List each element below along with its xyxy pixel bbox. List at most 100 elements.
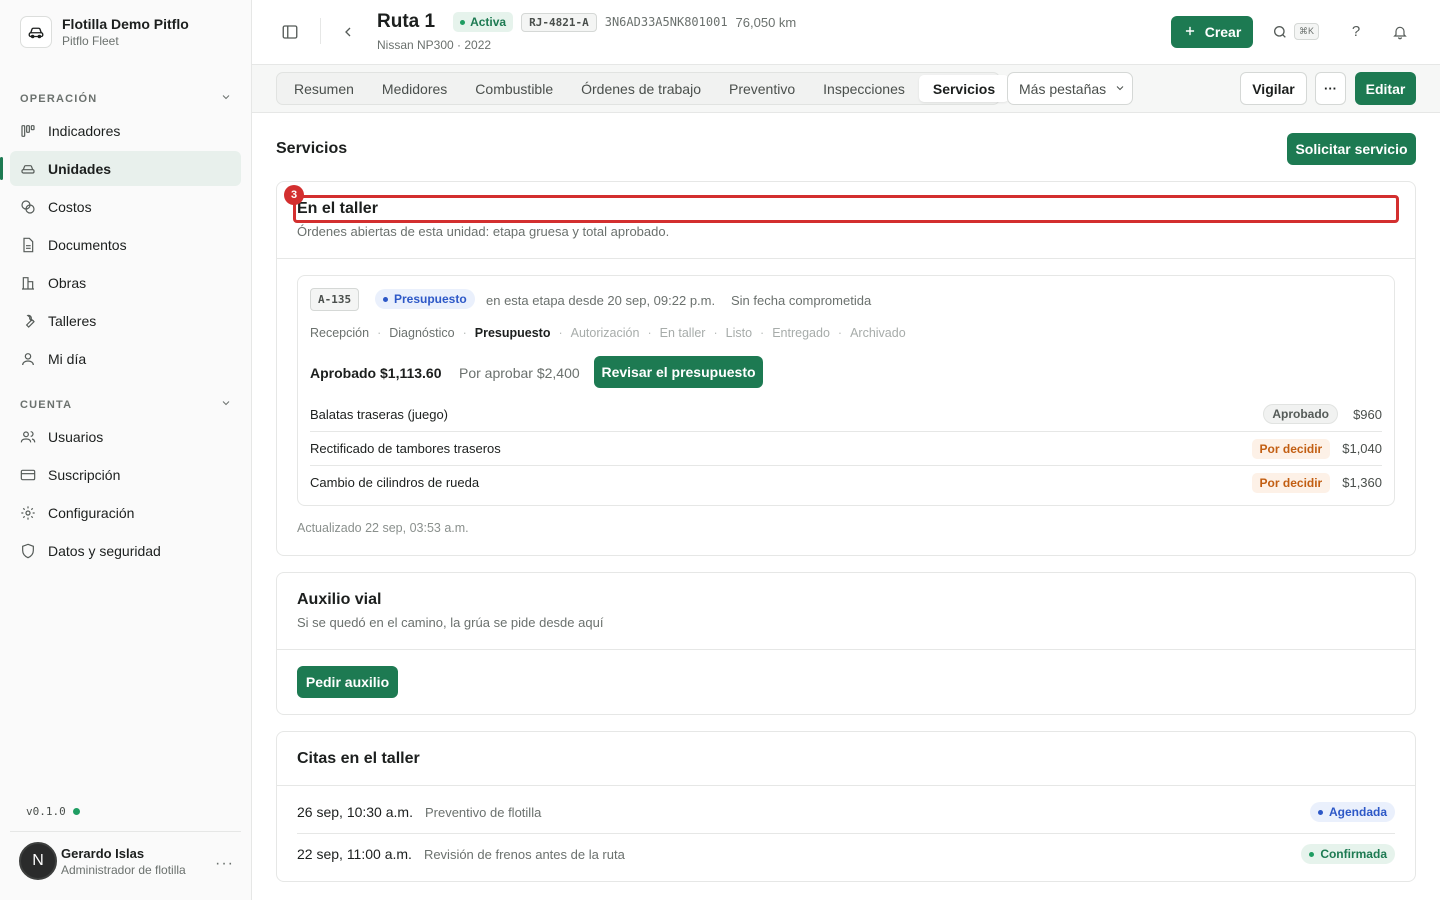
edit-button[interactable]: Editar [1355,72,1416,105]
commit-date: Sin fecha comprometida [731,293,872,308]
updated-timestamp: Actualizado 22 sep, 03:53 a.m. [297,521,469,535]
appointment-description: Revisión de frenos antes de la ruta [423,846,625,862]
appointment-date: 22 sep, 11:00 a.m. [297,846,412,862]
org-switcher[interactable]: Flotilla Demo Pitflo Pitflo Fleet [20,16,189,48]
section-operacion[interactable]: OPERACIÓN [20,91,232,106]
stage-progress: Recepción · Diagnóstico · Presupuesto · Aut… [310,326,906,340]
sidebar-item-configuracion[interactable]: Configuración [10,495,241,530]
sidebar-item-label: Indicadores [48,122,121,139]
user-menu[interactable]: N Gerardo Islas Administrador de flotill… [19,842,186,880]
help-icon[interactable]: ? [1346,21,1366,41]
stage-autorizacion: Autorización [570,326,640,340]
status-dot-icon [72,808,80,815]
appointment-status: Confirmada [1301,844,1395,864]
search-icon[interactable] [1270,22,1290,42]
approved-total: Aprobado $1,113.60 [310,365,442,381]
chevron-down-icon [220,397,232,412]
building-icon [20,275,36,291]
sidebar-item-label: Suscripción [48,466,121,483]
plus-icon [1183,24,1197,41]
tab-resumen[interactable]: Resumen [280,75,368,102]
appointment-status-label: Confirmada [1320,847,1387,861]
sidebar-item-documentos[interactable]: Documentos [10,227,241,262]
sidebar-toggle-icon[interactable] [278,20,302,44]
request-roadside-button[interactable]: Pedir auxilio [297,666,398,698]
vin: 3N6AD33A5NK801001 [604,15,728,29]
sidebar-item-obras[interactable]: Obras [10,265,241,300]
divider [277,649,1415,650]
tab-preventivo[interactable]: Preventivo [715,75,809,102]
work-order-card[interactable]: A-135 Presupuesto en esta etapa desde 20… [297,275,1395,506]
appointment-row[interactable]: 22 sep, 11:00 a.m. Revisión de frenos an… [297,833,1395,875]
appointment-row[interactable]: 26 sep, 10:30 a.m. Preventivo de flotill… [297,791,1395,833]
stage-recepcion: Recepción [310,326,370,340]
line-item-name: Balatas traseras (juego) [310,406,449,422]
sidebar-item-label: Obras [48,274,87,291]
line-item-price: $1,360 [1342,475,1382,490]
divider [320,18,321,44]
sidebar: Flotilla Demo Pitflo Pitflo Fleet OPERAC… [0,0,252,900]
vehicle-model: Nissan NP300 · 2022 [377,38,492,52]
sidebar-item-mi-dia[interactable]: Mi día [10,341,241,376]
tab-combustible[interactable]: Combustible [461,75,567,102]
odometer: 76,050 km [735,14,797,30]
roadside-title: Auxilio vial [297,591,382,608]
line-item-name: Rectificado de tambores traseros [310,441,501,456]
sidebar-item-unidades[interactable]: Unidades [0,151,241,186]
card-icon [20,467,36,483]
tab-servicios[interactable]: Servicios [918,75,1010,102]
sidebar-item-datos-seguridad[interactable]: Datos y seguridad [10,533,241,568]
app-version: v0.1.0 [26,805,80,818]
user-more-button[interactable]: ··· [215,855,234,873]
org-name: Flotilla Demo Pitflo [62,16,189,32]
divider [277,785,1415,786]
version-label: v0.1.0 [26,805,66,818]
line-item-status: Por decidir [1251,472,1331,493]
sidebar-item-indicadores[interactable]: Indicadores [10,113,241,148]
more-tabs-label: Más pestañas [1019,80,1107,97]
status-badge: Activa [453,12,514,32]
tab-list: Resumen Medidores Combustible Órdenes de… [276,72,1010,105]
roadside-description: Si se quedó en el camino, la grúa se pid… [297,615,604,630]
create-label: Crear [1204,24,1242,40]
stage-en-taller: En taller [659,326,706,340]
divider [10,831,241,832]
sidebar-item-talleres[interactable]: Talleres [10,303,241,338]
sidebar-item-label: Costos [48,198,92,215]
more-actions-button[interactable]: ··· [1315,72,1346,105]
sidebar-item-label: Documentos [48,236,127,253]
line-item-price: $1,040 [1342,441,1382,456]
back-icon[interactable] [336,20,360,44]
tab-medidores[interactable]: Medidores [368,75,461,102]
plate-badge: RJ-4821-A [521,12,597,32]
chart-icon [20,123,36,139]
coins-icon [20,199,36,215]
section-cuenta[interactable]: CUENTA [20,397,232,412]
document-icon [20,237,36,253]
bell-icon[interactable] [1390,22,1410,42]
stage-presupuesto: Presupuesto [474,326,551,340]
avatar: N [19,842,57,880]
sidebar-item-suscripcion[interactable]: Suscripción [10,457,241,492]
car-icon [20,161,36,177]
car-icon [20,16,52,48]
status-label: Activa [470,15,507,29]
sidebar-item-costos[interactable]: Costos [10,189,241,224]
stage-archivado: Archivado [850,326,906,340]
create-button[interactable]: Crear [1171,16,1253,48]
review-budget-button[interactable]: Revisar el presupuesto [594,356,763,388]
sidebar-item-usuarios[interactable]: Usuarios [10,419,241,454]
vehicle-header: Ruta 1 Activa RJ-4821-A 3N6AD33A5NK80100… [377,11,796,33]
appointment-description: Preventivo de flotilla [424,804,542,820]
appointment-date: 26 sep, 10:30 a.m. [297,804,413,820]
shield-icon [20,543,36,559]
chevron-down-icon [1114,81,1126,97]
watch-button[interactable]: Vigilar [1240,72,1307,105]
more-tabs-dropdown[interactable]: Más pestañas [1007,72,1133,105]
section-title: Servicios [276,140,348,157]
wrench-icon [20,313,36,329]
annotation-marker: 3 [284,185,304,205]
tab-inspecciones[interactable]: Inspecciones [809,75,919,102]
tab-ordenes[interactable]: Órdenes de trabajo [567,75,715,102]
request-service-button[interactable]: Solicitar servicio [1287,133,1416,165]
